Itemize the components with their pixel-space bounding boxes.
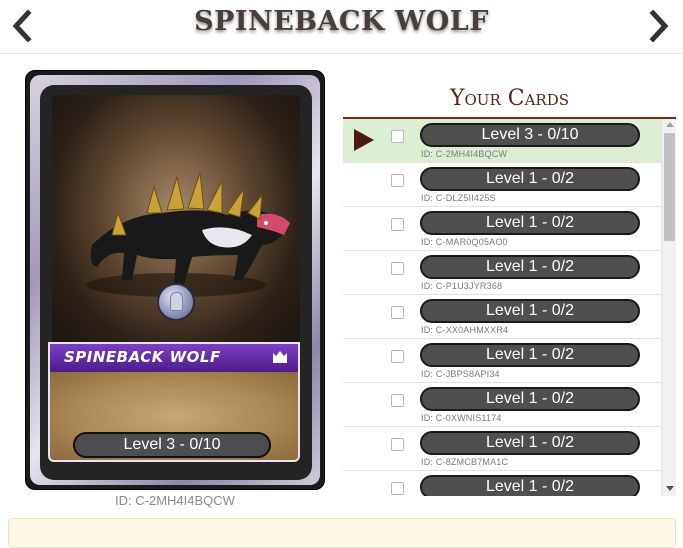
row-checkbox[interactable]: [391, 174, 404, 187]
row-card-id: ID: C-MAR0Q05AO0: [421, 237, 508, 247]
tombstone-shape: [170, 292, 183, 311]
card-list[interactable]: Level 3 - 0/10 ID: C-2MH4I4BQCW Level 1 - …: [343, 119, 676, 496]
card-list-row[interactable]: Level 1 - 0/2 ID: C-P1U3JYR368: [343, 251, 661, 295]
row-checkbox[interactable]: [391, 438, 404, 451]
scroll-up-icon[interactable]: [666, 122, 674, 127]
row-level-badge: Level 1 - 0/2: [420, 387, 640, 411]
row-checkbox[interactable]: [391, 262, 404, 275]
card-list-row[interactable]: Level 3 - 0/10 ID: C-2MH4I4BQCW: [343, 119, 661, 163]
card-list-row[interactable]: Level 1 - 0/2 ID: C-DLZ5II425S: [343, 163, 661, 207]
row-level-badge: Level 1 - 0/2: [420, 255, 640, 279]
row-checkbox[interactable]: [391, 394, 404, 407]
row-checkbox[interactable]: [391, 130, 404, 143]
row-level-badge: Level 1 - 0/2: [420, 211, 640, 235]
card-list-row[interactable]: Level 1 - 0/2 ID: C-0XWNIS1174: [343, 383, 661, 427]
crown-icon: [273, 351, 287, 363]
card-list-row[interactable]: Level 1 - 0/2 ID: C-MAR0Q05AO0: [343, 207, 661, 251]
row-level-badge: Level 1 - 0/2: [420, 343, 640, 367]
list-scrollbar[interactable]: [661, 119, 676, 496]
row-checkbox[interactable]: [391, 218, 404, 231]
notice-box: [8, 518, 676, 548]
card-list-row[interactable]: Level 1 - 0/2 ID: C-XX0AHMXXR4: [343, 295, 661, 339]
row-level-badge: Level 1 - 0/2: [420, 299, 640, 323]
card-id: ID: C-2MH4I4BQCW: [115, 493, 235, 508]
card-list-row[interactable]: Level 1 - 0/2 ID: C-JBPS8API34: [343, 339, 661, 383]
header: SPINEBACK WOLF: [0, 0, 683, 54]
row-checkbox[interactable]: [391, 350, 404, 363]
row-card-id: ID: C-2MH4I4BQCW: [421, 149, 508, 159]
scroll-thumb[interactable]: [664, 133, 675, 241]
row-card-id: ID: C-JBPS8API34: [421, 369, 500, 379]
row-level-badge: Level 1 - 0/2: [420, 475, 640, 496]
play-icon: [354, 129, 374, 151]
row-card-id: ID: C-8ZMCB7MA1C: [421, 457, 509, 467]
row-card-id: ID: C-P1U3JYR368: [421, 281, 503, 291]
card-level-badge: Level 3 - 0/10: [73, 432, 271, 458]
row-card-id: ID: C-XX0AHMXXR4: [421, 325, 509, 335]
row-checkbox[interactable]: [391, 482, 404, 495]
card-name: SPINEBACK WOLF: [64, 348, 221, 366]
card-list-row[interactable]: Level 1 - 0/2: [343, 471, 661, 496]
row-checkbox[interactable]: [391, 306, 404, 319]
scroll-down-icon[interactable]: [666, 486, 674, 491]
chevron-right-icon[interactable]: [647, 9, 671, 43]
your-cards-title: Your Cards: [449, 86, 569, 111]
row-card-id: ID: C-0XWNIS1174: [421, 413, 502, 423]
row-level-badge: Level 3 - 0/10: [420, 123, 640, 147]
card-list-row[interactable]: Level 1 - 0/2 ID: C-8ZMCB7MA1C: [343, 427, 661, 471]
tombstone-icon: [157, 283, 195, 321]
row-card-id: ID: C-DLZ5II425S: [421, 193, 496, 203]
card-name-banner: SPINEBACK WOLF: [48, 342, 300, 372]
row-level-badge: Level 1 - 0/2: [420, 167, 640, 191]
page-title: SPINEBACK WOLF: [194, 6, 489, 37]
row-level-badge: Level 1 - 0/2: [420, 431, 640, 455]
